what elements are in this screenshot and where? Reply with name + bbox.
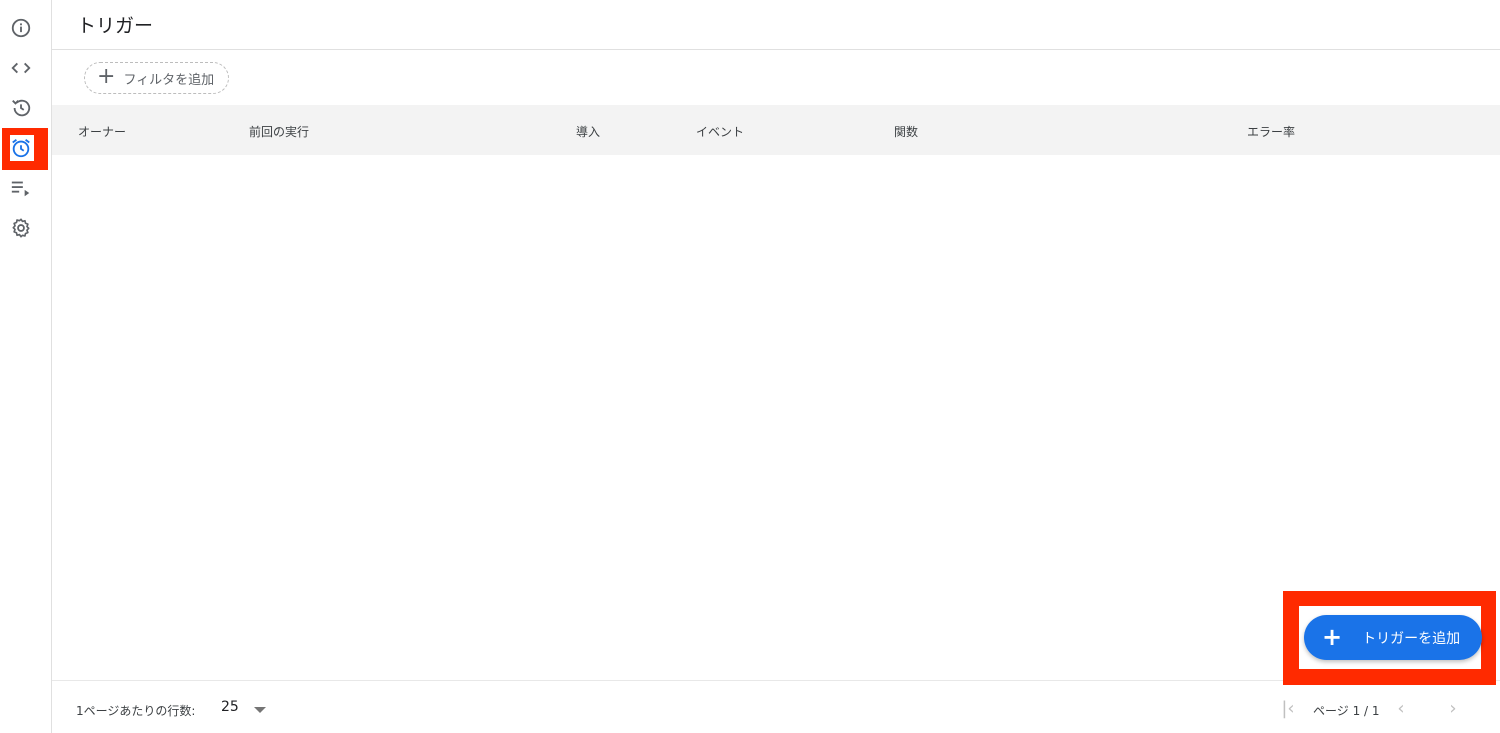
table-header: オーナー 前回の実行 導入 イベント 関数 エラー率	[52, 105, 1500, 155]
plus-icon: +	[97, 64, 116, 89]
filter-bar: + フィルタを追加	[52, 50, 1500, 105]
column-header-event[interactable]: イベント	[696, 123, 744, 140]
page-title: トリガー	[77, 15, 154, 37]
page-header: トリガー	[52, 0, 1500, 50]
playlist-play-icon	[11, 181, 30, 197]
column-header-last-run[interactable]: 前回の実行	[249, 123, 309, 140]
column-header-deployment[interactable]: 導入	[576, 123, 600, 140]
column-header-function[interactable]: 関数	[894, 123, 918, 140]
add-trigger-button[interactable]: + トリガーを追加	[1304, 615, 1482, 660]
page-info: ページ 1 / 1	[1313, 704, 1380, 718]
add-filter-button[interactable]: + フィルタを追加	[84, 62, 229, 94]
add-filter-label: フィルタを追加	[123, 72, 215, 88]
column-header-owner[interactable]: オーナー	[78, 123, 126, 140]
sidebar-item-overview[interactable]	[0, 8, 42, 48]
rows-per-page-select[interactable]: 25	[221, 699, 239, 715]
plus-icon: +	[1322, 622, 1343, 651]
dropdown-caret-icon[interactable]	[254, 707, 266, 713]
sidebar-item-executions[interactable]	[0, 88, 42, 128]
first-page-icon[interactable]: |‹	[1278, 697, 1298, 719]
gear-icon	[12, 218, 30, 238]
sidebar-item-editor[interactable]	[0, 48, 42, 88]
previous-page-icon[interactable]: ‹	[1391, 697, 1411, 719]
next-page-icon[interactable]: ›	[1443, 697, 1463, 719]
sidebar-item-triggers[interactable]	[0, 128, 42, 168]
code-icon	[11, 62, 31, 74]
pagination-footer: 1ページあたりの行数: 25 |‹ ページ 1 / 1 ‹ ›	[52, 680, 1500, 733]
alarm-clock-icon	[12, 139, 30, 158]
add-trigger-label: トリガーを追加	[1362, 630, 1461, 647]
info-icon	[11, 18, 31, 38]
column-header-error-rate[interactable]: エラー率	[1247, 123, 1295, 140]
sidebar-item-run-list[interactable]	[0, 168, 42, 208]
rows-per-page-label: 1ページあたりの行数:	[76, 704, 196, 718]
sidebar-item-settings[interactable]	[0, 208, 42, 248]
history-icon	[12, 99, 31, 117]
sidebar	[0, 0, 52, 733]
